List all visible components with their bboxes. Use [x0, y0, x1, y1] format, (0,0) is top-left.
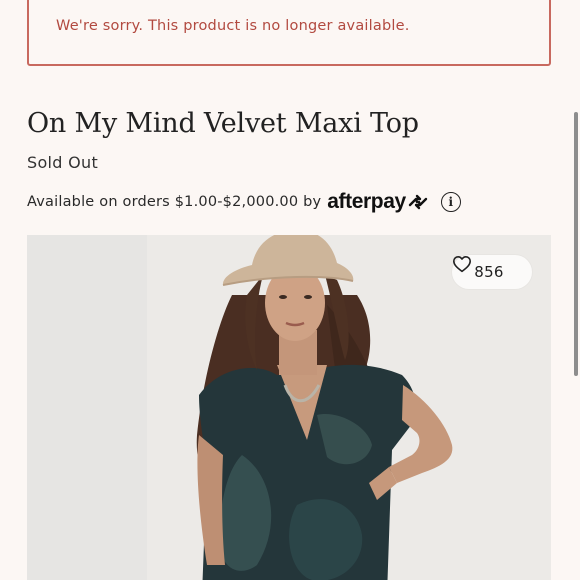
- alert-message: We're sorry. This product is no longer a…: [56, 18, 410, 34]
- like-count: 856: [474, 263, 504, 281]
- product-title: On My Mind Velvet Maxi Top: [27, 108, 419, 139]
- like-button[interactable]: 856: [452, 255, 532, 289]
- product-image[interactable]: 856: [27, 235, 551, 580]
- afterpay-arrows-icon: [408, 194, 427, 210]
- afterpay-row: Available on orders $1.00-$2,000.00 by a…: [27, 189, 461, 215]
- scrollbar[interactable]: [574, 112, 578, 376]
- info-icon[interactable]: i: [440, 192, 461, 212]
- afterpay-logo: afterpay: [327, 190, 429, 214]
- heart-outline-icon: [453, 255, 471, 273]
- stock-status: Sold Out: [27, 153, 99, 172]
- afterpay-text: Available on orders $1.00-$2,000.00 by: [27, 194, 322, 210]
- product-page: We're sorry. This product is no longer a…: [0, 0, 580, 580]
- unavailable-alert: We're sorry. This product is no longer a…: [27, 0, 551, 66]
- afterpay-brand: afterpay: [327, 190, 406, 213]
